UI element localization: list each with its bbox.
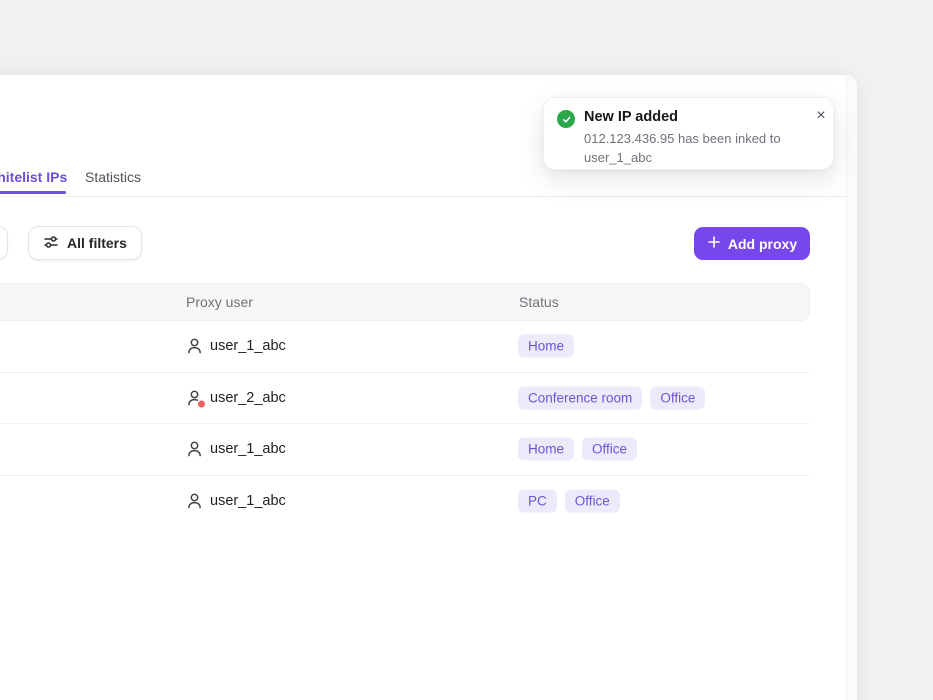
status-dot-icon: [198, 400, 205, 408]
status-badges: Home Office: [518, 437, 638, 461]
status-badges: PC Office: [518, 489, 620, 513]
table-row[interactable]: user_2_abc Conference room Office: [0, 373, 810, 424]
proxy-user-name: user_1_abc: [210, 441, 286, 458]
status-badge: Home: [518, 437, 575, 461]
table-body: user_1_abc Home user_2_abc Conference ro…: [0, 321, 810, 527]
close-icon[interactable]: ×: [810, 105, 832, 127]
table-header: Proxy user Status: [0, 283, 810, 321]
plus-icon: [707, 235, 721, 252]
filter-sliders-icon: [43, 234, 59, 253]
add-proxy-label: Add proxy: [727, 235, 798, 252]
tab-whitelist-ips[interactable]: Whitelist IPs: [0, 169, 67, 185]
add-proxy-button[interactable]: Add proxy: [694, 227, 810, 260]
user-icon: [186, 338, 203, 355]
status-badge: Office: [650, 386, 706, 410]
tabs-divider: [0, 196, 857, 197]
toast-title: New IP added: [584, 109, 679, 125]
status-badge: Home: [518, 334, 575, 358]
proxy-user-name: user_1_abc: [210, 493, 286, 510]
search-input[interactable]: [0, 226, 8, 260]
status-badge: PC: [518, 489, 557, 513]
column-header-proxy-user: Proxy user: [186, 294, 253, 310]
tab-statistics[interactable]: Statistics: [85, 169, 141, 185]
toast-message: 012.123.436.95 has been inked to user_1_…: [584, 131, 781, 165]
table-row[interactable]: user_1_abc PC Office: [0, 476, 810, 528]
user-icon: [186, 441, 203, 458]
status-badge: Conference room: [518, 386, 643, 410]
proxy-user-name: user_2_abc: [210, 389, 286, 406]
toast-notification: New IP added × 012.123.436.95 has been i…: [543, 97, 834, 170]
status-badges: Conference room Office: [518, 386, 706, 410]
scrollbar-gutter[interactable]: [846, 75, 857, 700]
screen: Whitelist IPs Statistics All filters: [0, 0, 933, 700]
table-row[interactable]: user_1_abc Home Office: [0, 424, 810, 476]
user-icon: [186, 493, 203, 510]
status-badges: Home: [518, 334, 575, 358]
status-badge: Office: [564, 489, 620, 513]
column-header-status: Status: [519, 294, 559, 310]
user-icon: [186, 389, 205, 408]
all-filters-button[interactable]: All filters: [28, 226, 142, 260]
active-tab-underline: [0, 191, 66, 194]
all-filters-label: All filters: [67, 235, 127, 251]
status-badge: Office: [582, 437, 638, 461]
success-check-icon: [557, 110, 575, 128]
table-row[interactable]: user_1_abc Home: [0, 321, 810, 373]
proxy-user-name: user_1_abc: [210, 338, 286, 355]
